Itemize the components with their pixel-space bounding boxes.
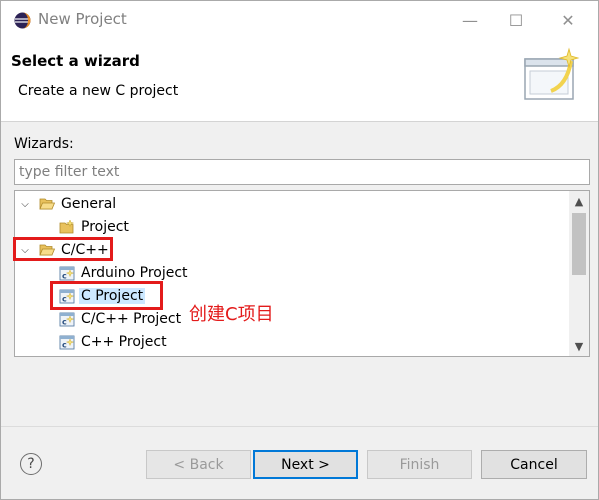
wizard-tree: ⌵ General Project ⌵ C/C++ c Arduino Proj… bbox=[14, 190, 590, 357]
tree-item-project[interactable]: Project bbox=[59, 216, 131, 238]
c-project-icon: c bbox=[59, 335, 75, 350]
close-icon: ✕ bbox=[561, 10, 575, 30]
tree-item-label: Arduino Project bbox=[81, 265, 188, 281]
wizards-label: Wizards: bbox=[14, 136, 74, 152]
wizard-banner-icon bbox=[524, 47, 580, 100]
button-bar-divider bbox=[1, 426, 598, 427]
minimize-icon: — bbox=[462, 10, 478, 30]
filter-input[interactable] bbox=[14, 159, 590, 185]
tree-item-label: C++ Project bbox=[81, 334, 167, 350]
tree-scrollbar[interactable]: ▲ ▼ bbox=[569, 191, 589, 356]
tree-item-label: C/C++ Project bbox=[81, 311, 182, 327]
folder-open-icon bbox=[39, 198, 55, 210]
wizard-header: Select a wizard Create a new C project bbox=[1, 39, 598, 122]
page-title: Select a wizard bbox=[11, 52, 140, 70]
cancel-button[interactable]: Cancel bbox=[481, 450, 587, 479]
project-icon bbox=[59, 219, 75, 234]
tree-item-c-cpp-project[interactable]: c C/C++ Project bbox=[59, 308, 183, 330]
finish-button[interactable]: Finish bbox=[367, 450, 472, 479]
help-icon: ? bbox=[27, 456, 35, 472]
window-title: New Project bbox=[38, 10, 127, 28]
maximize-button[interactable]: ☐ bbox=[493, 1, 539, 39]
chevron-down-icon[interactable]: ⌵ bbox=[19, 193, 31, 215]
title-bar: New Project — ☐ ✕ bbox=[1, 1, 598, 39]
tree-item-general[interactable]: ⌵ General bbox=[19, 193, 118, 215]
c-project-icon: c bbox=[59, 312, 75, 327]
scroll-up-arrow-icon[interactable]: ▲ bbox=[569, 192, 589, 210]
tree-item-label: General bbox=[61, 196, 117, 212]
highlight-box-c-project bbox=[50, 281, 163, 310]
maximize-icon: ☐ bbox=[508, 10, 524, 30]
next-button[interactable]: Next > bbox=[253, 450, 358, 479]
minimize-button[interactable]: — bbox=[447, 1, 493, 39]
annotation-text: 创建C项目 bbox=[189, 304, 274, 325]
eclipse-icon bbox=[14, 12, 31, 29]
back-button[interactable]: < Back bbox=[146, 450, 251, 479]
close-button[interactable]: ✕ bbox=[545, 1, 591, 39]
scrollbar-thumb[interactable] bbox=[572, 213, 586, 275]
help-button[interactable]: ? bbox=[20, 453, 42, 475]
highlight-box-c-cpp bbox=[13, 237, 113, 261]
new-project-dialog: New Project — ☐ ✕ Select a wizard Create… bbox=[0, 0, 599, 500]
tree-item-cpp-project[interactable]: c C++ Project bbox=[59, 331, 169, 353]
tree-item-label: Project bbox=[81, 219, 129, 235]
c-project-icon: c bbox=[59, 266, 75, 281]
scroll-down-arrow-icon[interactable]: ▼ bbox=[569, 337, 589, 355]
page-description: Create a new C project bbox=[18, 83, 179, 99]
